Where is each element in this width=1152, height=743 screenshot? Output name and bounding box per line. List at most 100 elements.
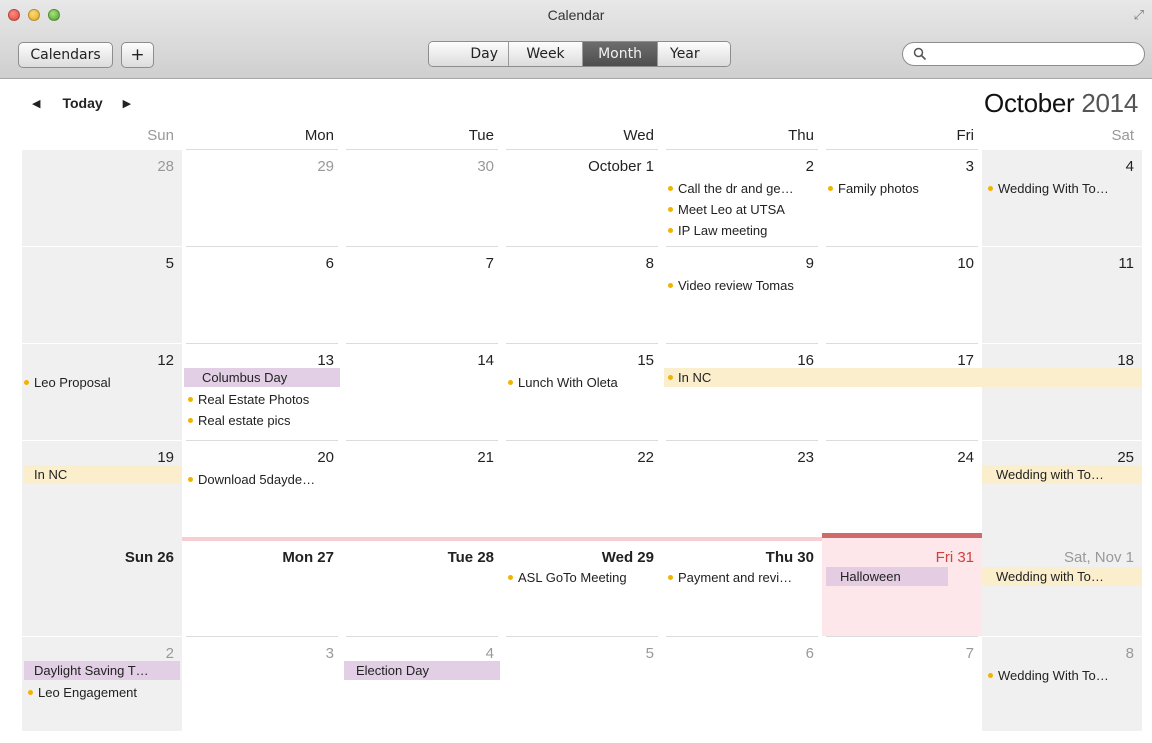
calendar-event[interactable]: IP Law meeting [668, 220, 818, 241]
day-cell[interactable]: Wed 29 ASL GoTo Meeting [502, 537, 662, 636]
view-month-button[interactable]: Month [582, 42, 657, 66]
day-cell[interactable]: 20 Download 5dayde… [182, 440, 342, 537]
calendar-event[interactable]: Video review Tomas [668, 275, 818, 296]
day-cell[interactable]: 3 Family photos [822, 149, 982, 246]
day-number: 3 [325, 645, 334, 662]
year-label: 2014 [1081, 88, 1138, 118]
day-cell[interactable]: 18 [982, 343, 1142, 440]
day-cell[interactable]: 22 [502, 440, 662, 537]
day-number: 2 [805, 158, 814, 175]
day-number: 10 [957, 255, 974, 272]
holiday-event[interactable]: Election Day [344, 661, 500, 680]
day-cell[interactable]: 12 Leo Proposal [22, 343, 182, 440]
multi-day-event[interactable]: In NC [664, 368, 1142, 387]
day-cell[interactable]: 9 Video review Tomas [662, 246, 822, 343]
calendar-event[interactable]: Meet Leo at UTSA [668, 199, 818, 220]
day-cell[interactable]: 2 Call the dr and ge… Meet Leo at UTSA I… [662, 149, 822, 246]
calendar-event[interactable]: Wedding With To… [988, 178, 1138, 199]
today-cell[interactable]: Fri 31 Halloween [822, 533, 982, 636]
day-cell[interactable]: 21 [342, 440, 502, 537]
day-cell[interactable]: 7 [342, 246, 502, 343]
weekday-header: Sun Mon Tue Wed Thu Fri Sat [22, 127, 1142, 149]
day-cell[interactable]: Sun 26 [22, 537, 182, 636]
day-cell[interactable]: 11 [982, 246, 1142, 343]
calendar-event[interactable]: Payment and revi… [668, 567, 818, 588]
add-event-button[interactable]: + [121, 42, 154, 68]
day-number: 6 [805, 645, 814, 662]
weekday-label: Wed [623, 127, 654, 144]
day-cell[interactable]: 17 [822, 343, 982, 440]
day-cell[interactable]: 8 Wedding With To… [982, 636, 1142, 731]
search-field[interactable] [902, 42, 1145, 66]
calendar-event[interactable]: Real estate pics [184, 410, 340, 431]
calendar-event[interactable]: Leo Engagement [24, 682, 180, 703]
day-number: 8 [645, 255, 654, 272]
day-number: 8 [1125, 645, 1134, 662]
day-number: 13 [317, 352, 334, 369]
calendar-event[interactable]: Family photos [828, 178, 978, 199]
view-week-button[interactable]: Week [508, 42, 582, 66]
day-cell[interactable]: 29 [182, 149, 342, 246]
calendar-event[interactable]: Wedding With To… [988, 665, 1138, 686]
search-icon [913, 47, 927, 61]
day-cell[interactable]: 4 Wedding With To… [982, 149, 1142, 246]
multi-day-event[interactable]: Wedding with To… [982, 567, 1142, 586]
day-number: 9 [805, 255, 814, 272]
day-cell[interactable]: 6 [182, 246, 342, 343]
fullscreen-icon[interactable]: ⤢ [1134, 8, 1144, 21]
day-cell[interactable]: 10 [822, 246, 982, 343]
day-cell[interactable]: 15 Lunch With Oleta [502, 343, 662, 440]
day-cell[interactable]: 13 Columbus Day Real Estate Photos Real … [182, 343, 342, 440]
calendar-event[interactable]: ASL GoTo Meeting [508, 567, 658, 588]
day-cell[interactable]: Thu 30 Payment and revi… [662, 537, 822, 636]
day-number: 24 [957, 449, 974, 466]
day-cell[interactable]: 5 [22, 246, 182, 343]
day-number: 20 [317, 449, 334, 466]
day-cell[interactable]: 8 [502, 246, 662, 343]
calendars-button[interactable]: Calendars [18, 42, 113, 68]
day-cell[interactable]: Sat, Nov 1 Wedding with To… [982, 537, 1142, 636]
multi-day-event[interactable]: Wedding with To… [982, 465, 1142, 484]
week-row: Sun 26 Mon 27 Tue 28 Wed 29 ASL GoTo Mee… [22, 533, 1142, 636]
holiday-event[interactable]: Columbus Day [184, 368, 340, 387]
day-cell[interactable]: 23 [662, 440, 822, 537]
day-number: Fri 31 [935, 549, 974, 566]
calendar-event[interactable]: Real Estate Photos [184, 389, 340, 410]
day-cell[interactable]: 6 [662, 636, 822, 731]
day-cell[interactable]: 14 [342, 343, 502, 440]
day-cell[interactable]: 28 [22, 149, 182, 246]
day-cell[interactable]: 25 Wedding with To… [982, 440, 1142, 537]
day-number: Mon 27 [282, 549, 334, 566]
day-cell[interactable]: 7 [822, 636, 982, 731]
view-switcher: Day Week Month Year [428, 41, 731, 67]
holiday-event[interactable]: Daylight Saving T… [24, 661, 180, 680]
calendar-event[interactable]: Call the dr and ge… [668, 178, 818, 199]
day-number: 7 [485, 255, 494, 272]
previous-month-icon[interactable]: ◀ [32, 97, 40, 110]
day-cell[interactable]: 5 [502, 636, 662, 731]
day-cell[interactable]: 2 Daylight Saving T… Leo Engagement [22, 636, 182, 731]
search-input[interactable] [931, 46, 1131, 62]
multi-day-event[interactable]: In NC [24, 465, 182, 484]
day-cell[interactable]: 4 Election Day [342, 636, 502, 731]
day-number: 11 [1118, 255, 1134, 272]
holiday-event[interactable]: Halloween [826, 567, 948, 586]
day-cell[interactable]: 16 [662, 343, 822, 440]
day-cell[interactable]: Mon 27 [182, 537, 342, 636]
view-year-button[interactable]: Year [657, 42, 730, 66]
today-button[interactable]: Today [62, 95, 102, 111]
calendar-event[interactable]: Download 5dayde… [188, 469, 338, 490]
day-cell[interactable]: 30 [342, 149, 502, 246]
calendar-event[interactable]: Leo Proposal [24, 372, 178, 393]
day-cell[interactable]: October 1 [502, 149, 662, 246]
view-day-button[interactable]: Day [429, 42, 508, 66]
next-month-icon[interactable]: ▶ [123, 97, 131, 110]
day-number: 12 [157, 352, 174, 369]
weekday-label: Fri [956, 127, 975, 144]
day-cell[interactable]: Tue 28 [342, 537, 502, 636]
today-indicator [822, 533, 982, 538]
day-cell[interactable]: 19 In NC [22, 440, 182, 537]
calendar-event[interactable]: Lunch With Oleta [508, 372, 658, 393]
day-cell[interactable]: 24 [822, 440, 982, 537]
day-cell[interactable]: 3 [182, 636, 342, 731]
